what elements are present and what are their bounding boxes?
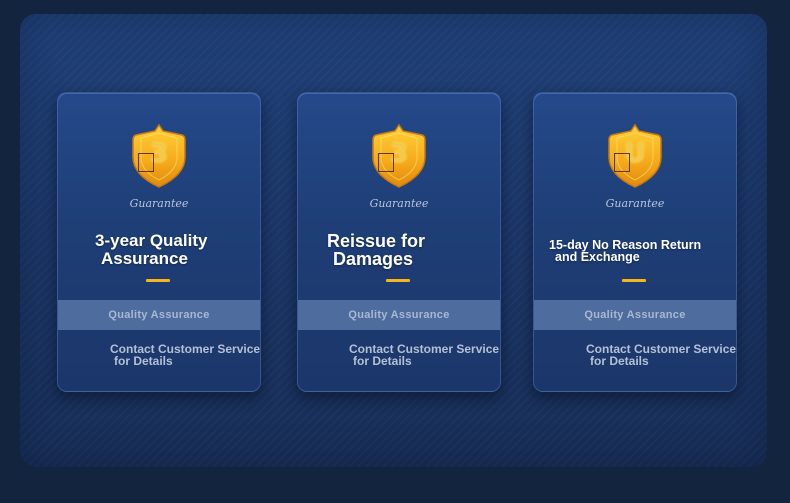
shield-box [614,153,630,172]
title-underline [146,279,170,282]
guarantee-card-reissue[interactable]: 3 Guarantee Reissue for Damages Quality … [297,92,501,392]
shield-box [138,153,154,172]
guarantee-card-quality[interactable]: 3 Guarantee 3-year Quality Assurance Qua… [57,92,261,392]
quality-band: Quality Assurance [534,300,736,330]
shield-icon: U [606,123,664,189]
quality-band: Quality Assurance [298,300,500,330]
title-underline [386,279,410,282]
shield-icon: 3 [130,123,188,189]
band-label: Quality Assurance [348,309,450,321]
card-title-line2: Damages [333,249,414,269]
guarantee-label: Guarantee [605,197,665,210]
contact-text[interactable]: Contact Customer Service for Details [586,343,736,367]
shield-box [378,153,394,172]
card-title-line1: Reissue for [327,231,426,251]
card-title-line2: Assurance [101,249,188,268]
guarantee-label: Guarantee [369,197,429,210]
contact-text[interactable]: Contact Customer Service for Details [110,343,260,367]
card-title: 3-year Quality Assurance [95,232,207,268]
card-title: 15-day No Reason Return and Exchange [549,239,701,264]
quality-band: Quality Assurance [58,300,260,330]
band-label: Quality Assurance [108,309,210,321]
shield-icon: 3 [370,123,428,189]
title-underline [622,279,646,282]
card-title-line2: and Exchange [555,250,640,264]
card-title-line1: 3-year Quality [95,231,208,250]
band-label: Quality Assurance [584,309,686,321]
contact-line2: for Details [114,354,173,368]
card-title: Reissue for Damages [327,232,425,268]
contact-line2: for Details [590,354,649,368]
guarantee-card-return[interactable]: U Guarantee 15-day No Reason Return and … [533,92,737,392]
guarantee-label: Guarantee [129,197,189,210]
contact-text[interactable]: Contact Customer Service for Details [349,343,499,367]
contact-line2: for Details [353,354,412,368]
